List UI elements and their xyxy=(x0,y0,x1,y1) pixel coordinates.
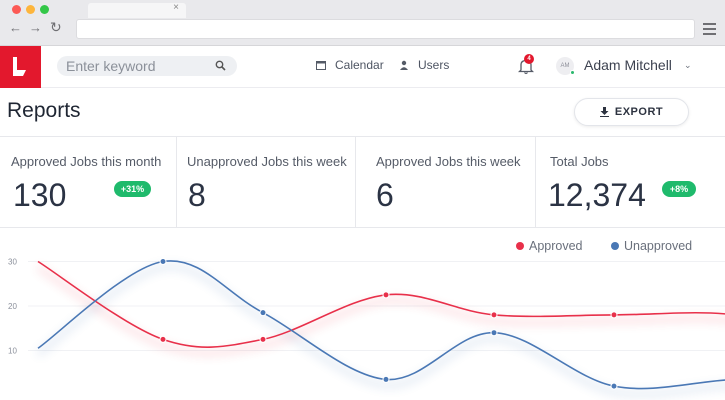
y-tick-label: 20 xyxy=(8,302,17,311)
legend-swatch-unapproved xyxy=(611,242,619,250)
stat-value: 12,374 xyxy=(548,177,646,213)
export-label: EXPORT xyxy=(614,106,664,118)
nav-users-label: Users xyxy=(418,58,450,72)
stat-card-approved-week: Approved Jobs this week 6 xyxy=(356,137,536,228)
data-point-approved[interactable] xyxy=(490,311,498,319)
stat-value: 6 xyxy=(376,177,394,213)
notification-badge: 4 xyxy=(524,54,534,64)
stat-card-unapproved-week: Unapproved Jobs this week 8 xyxy=(177,137,356,228)
back-arrow-icon[interactable]: ← xyxy=(9,20,22,35)
app-header: Calendar Users 4 AM Adam Mitchell ⌄ xyxy=(0,46,725,88)
stat-value: 130 xyxy=(13,177,67,213)
stat-value: 8 xyxy=(188,177,206,213)
data-point-approved[interactable] xyxy=(382,291,390,299)
reload-icon[interactable]: ↻ xyxy=(50,19,62,36)
data-point-unapproved[interactable] xyxy=(490,329,498,337)
stat-label: Total Jobs xyxy=(550,154,609,169)
data-point-unapproved[interactable] xyxy=(259,309,267,317)
user-name[interactable]: Adam Mitchell xyxy=(584,57,672,73)
browser-menu-icon[interactable] xyxy=(703,23,716,35)
series-line-shadow xyxy=(36,264,725,397)
stat-label: Approved Jobs this week xyxy=(376,154,521,169)
download-icon xyxy=(599,107,609,117)
series-line-unapproved xyxy=(37,260,725,390)
reports-line-chart: 10 20 30 Approved Unapproved xyxy=(8,239,725,397)
minimize-window-dot[interactable] xyxy=(26,5,35,14)
page-title: Reports xyxy=(7,99,81,122)
nav-calendar-label: Calendar xyxy=(335,58,384,72)
search-icon[interactable] xyxy=(215,60,226,71)
calendar-icon xyxy=(316,61,326,70)
stat-card-total: Total Jobs 12,374 +8% xyxy=(536,137,725,228)
data-point-approved[interactable] xyxy=(159,335,167,343)
data-point-approved[interactable] xyxy=(259,335,267,343)
search-box xyxy=(57,56,237,76)
stat-label: Approved Jobs this month xyxy=(11,154,162,169)
y-tick-label: 30 xyxy=(8,258,17,267)
chevron-down-icon[interactable]: ⌄ xyxy=(684,60,692,71)
data-point-unapproved[interactable] xyxy=(159,258,167,265)
user-icon xyxy=(400,60,408,70)
brand-logo[interactable] xyxy=(0,46,41,88)
data-point-unapproved[interactable] xyxy=(610,382,618,390)
tab-close-icon[interactable]: × xyxy=(173,2,179,13)
stat-label: Unapproved Jobs this week xyxy=(187,154,347,169)
maximize-window-dot[interactable] xyxy=(40,5,49,14)
nav-users[interactable]: Users xyxy=(399,58,449,72)
search-input[interactable] xyxy=(66,58,206,74)
address-bar[interactable] xyxy=(76,19,695,39)
browser-toolbar: × ← → ↻ xyxy=(0,0,725,46)
stat-card-approved-month: Approved Jobs this month 130 +31% xyxy=(0,137,177,228)
legend-label-unapproved: Unapproved xyxy=(624,239,692,253)
nav-calendar[interactable]: Calendar xyxy=(316,58,384,72)
export-button[interactable]: EXPORT xyxy=(574,98,689,126)
data-point-unapproved[interactable] xyxy=(382,375,390,383)
y-tick-label: 10 xyxy=(8,347,17,356)
legend-label-approved: Approved xyxy=(529,239,583,253)
browser-tab[interactable]: × xyxy=(88,2,186,18)
stats-row: Approved Jobs this month 130 +31% Unappr… xyxy=(0,136,725,228)
online-status-dot xyxy=(570,70,575,75)
legend-swatch-approved xyxy=(516,242,524,250)
stat-badge: +31% xyxy=(114,181,151,197)
stat-badge: +8% xyxy=(662,181,696,197)
forward-arrow-icon[interactable]: → xyxy=(29,20,42,35)
close-window-dot[interactable] xyxy=(12,5,21,14)
data-point-approved[interactable] xyxy=(610,311,618,319)
series-line-shadow xyxy=(36,265,725,356)
logo-mark-icon xyxy=(13,57,26,76)
